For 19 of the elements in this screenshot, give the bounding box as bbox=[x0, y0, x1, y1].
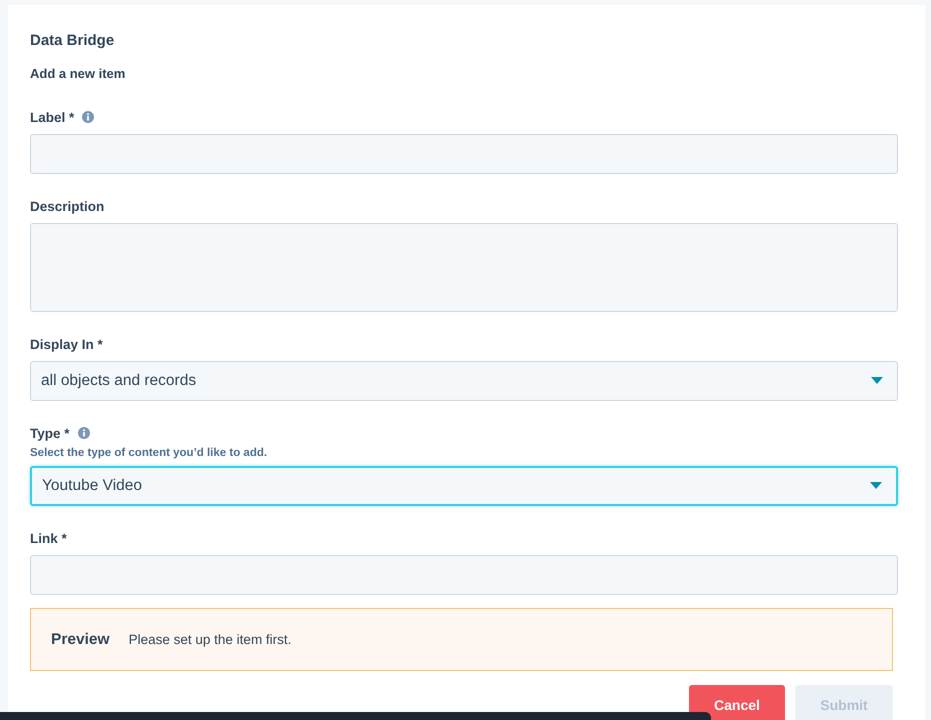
app-title: Data Bridge bbox=[30, 32, 116, 50]
info-icon[interactable] bbox=[82, 111, 94, 123]
text-area[interactable] bbox=[30, 223, 898, 312]
form-subtitle: Add a new item bbox=[30, 66, 126, 82]
field-label: Description bbox=[30, 198, 104, 214]
input-field[interactable] bbox=[30, 134, 898, 174]
info-icon[interactable] bbox=[78, 427, 90, 439]
dropdown-select[interactable]: Youtube Video bbox=[30, 466, 898, 506]
preview-title: Preview bbox=[51, 630, 110, 648]
caret-icon bbox=[871, 377, 883, 385]
input-field[interactable] bbox=[30, 555, 898, 595]
field-label: Label * bbox=[30, 110, 74, 124]
field-label: Link * bbox=[30, 530, 67, 546]
dropdown-select[interactable]: all objects and records bbox=[30, 361, 898, 401]
field-label: Type * bbox=[30, 426, 70, 440]
help-text: Select the type of content you’d like to add. bbox=[30, 446, 268, 460]
caret-icon bbox=[870, 482, 882, 490]
field-label: Display In * bbox=[30, 336, 103, 352]
preview-message: Please set up the item first. bbox=[128, 632, 292, 647]
